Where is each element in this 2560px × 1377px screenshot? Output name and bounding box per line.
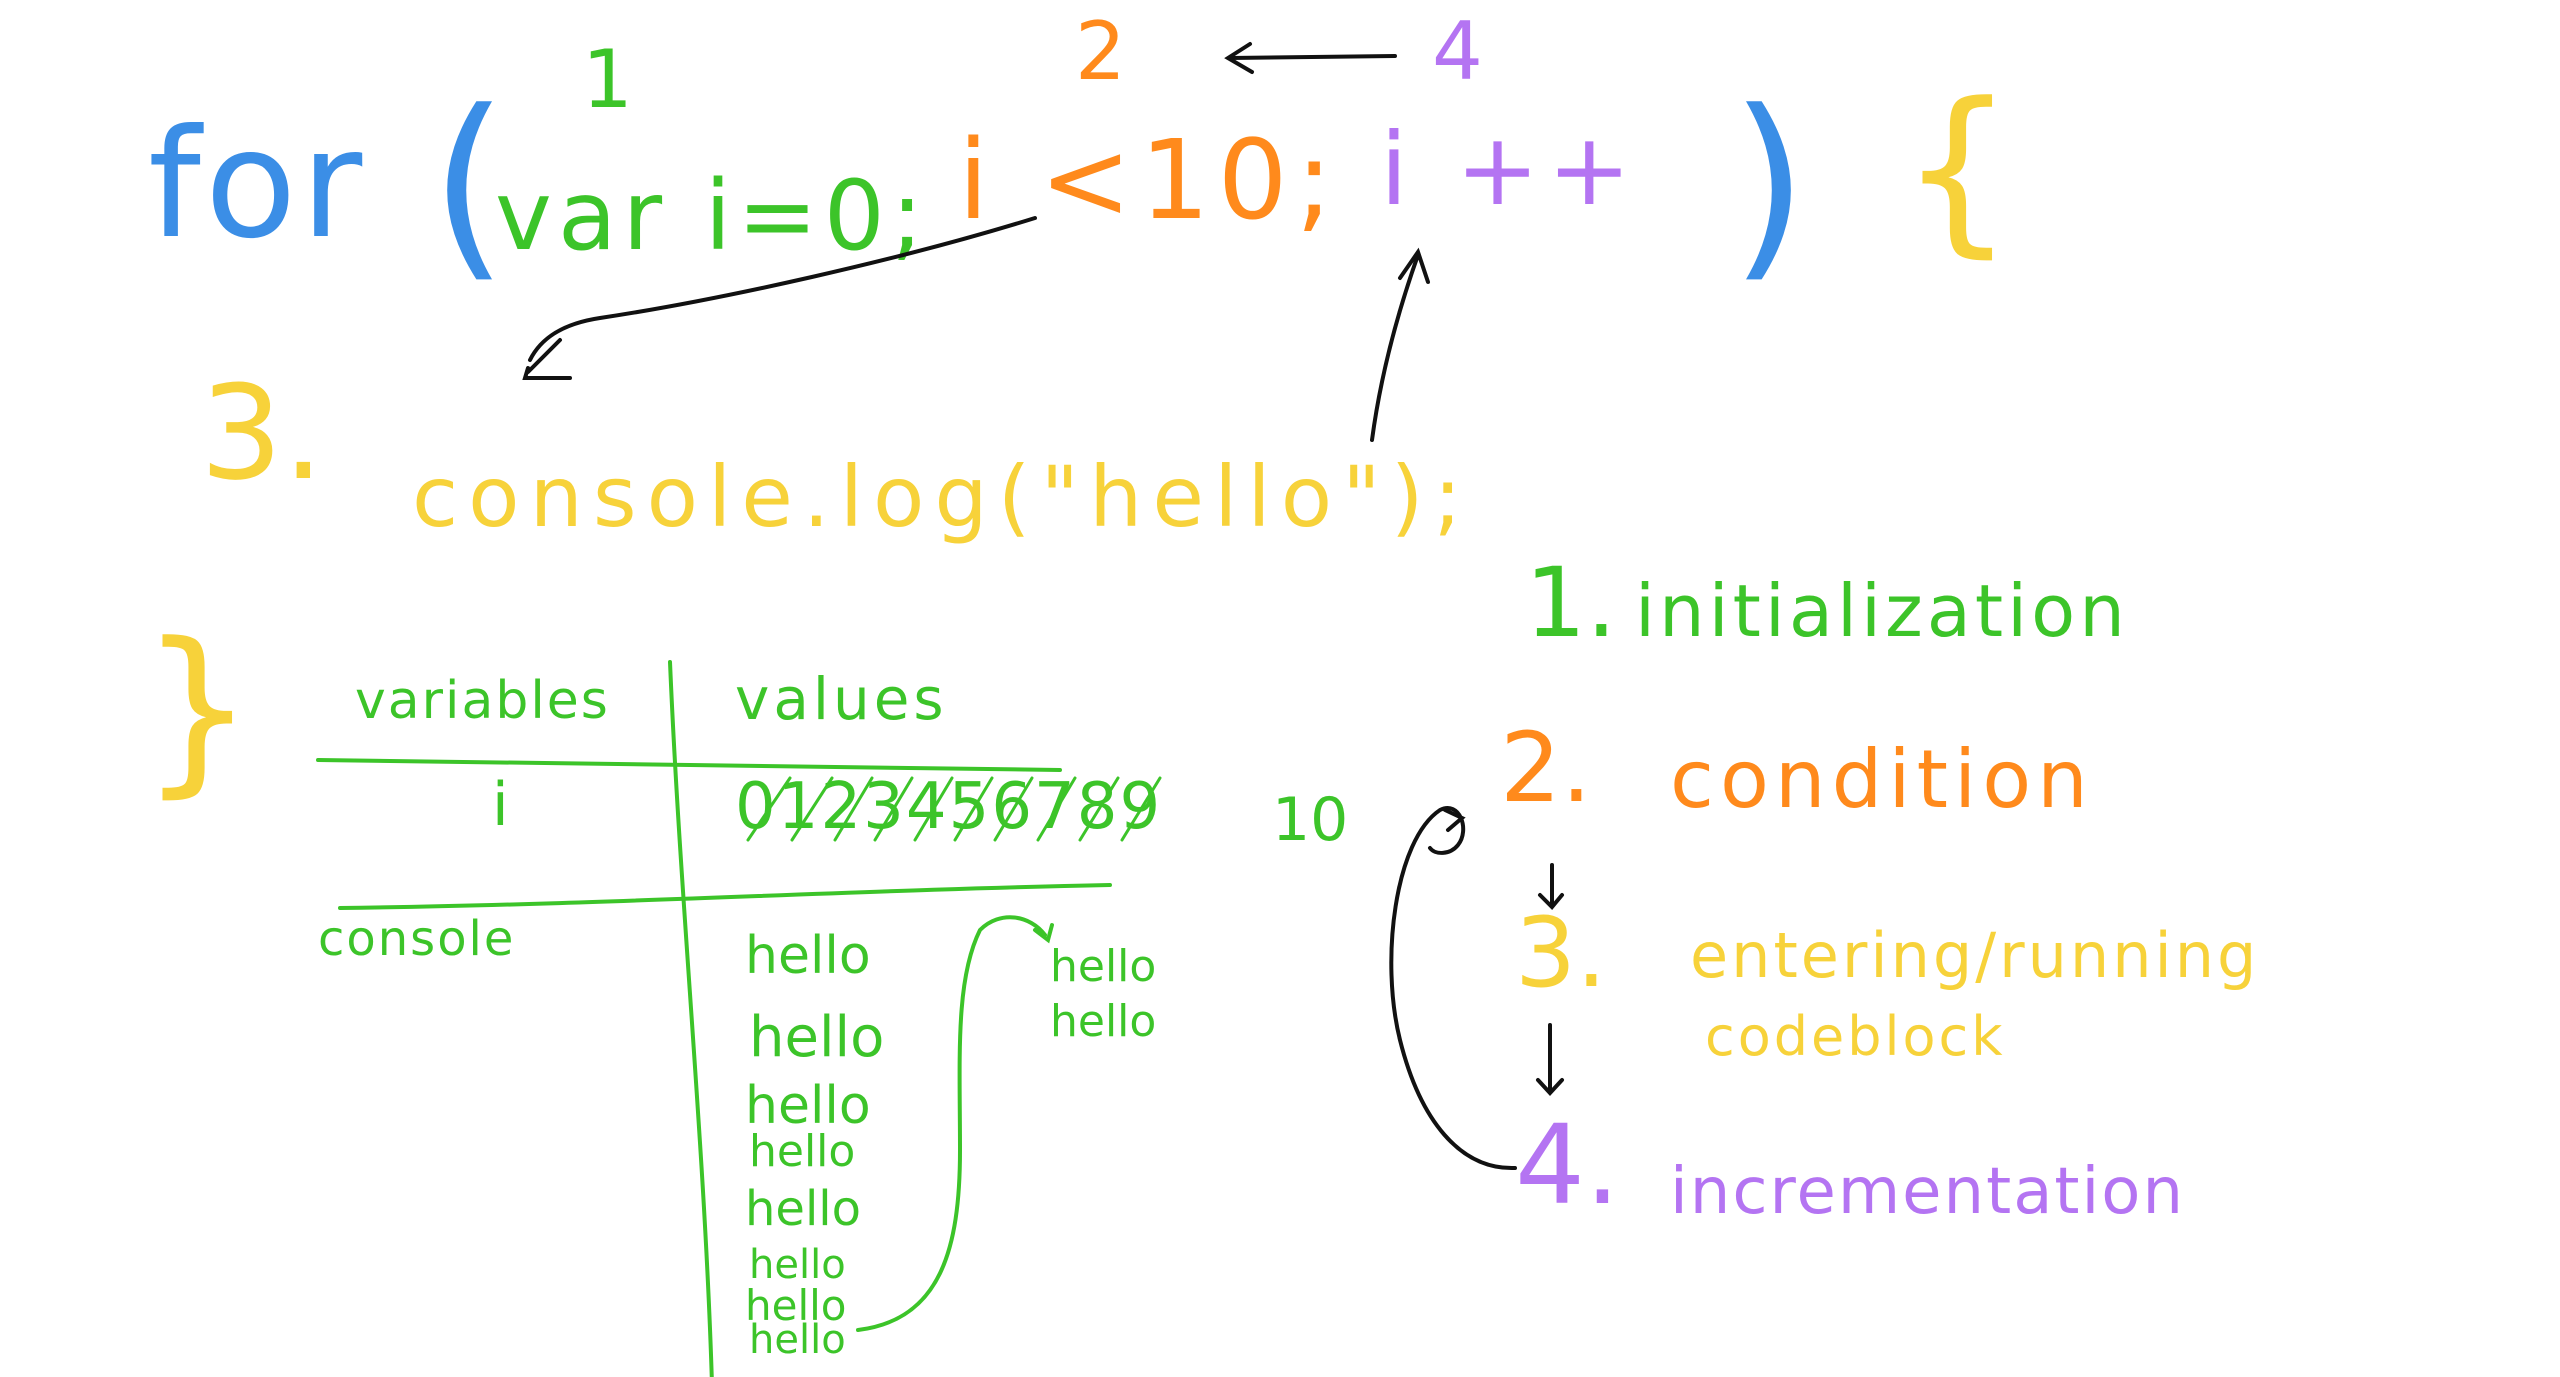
legend-flow-arrows (1389, 806, 1564, 1171)
arrow-body-to-increment (1370, 247, 1430, 442)
hello-group-bracket (856, 915, 1054, 1332)
value-cross-outs (746, 776, 1162, 842)
hand-drawn-strokes (316, 42, 1564, 1377)
table-grid-lines (316, 660, 1112, 1377)
arrow-increment-to-condition (1224, 42, 1397, 74)
whiteboard-canvas: for ( var i=0; i <10; i ++ ) { 1 2 3. 4 … (0, 0, 2560, 1377)
arrow-condition-to-body (522, 216, 1037, 380)
